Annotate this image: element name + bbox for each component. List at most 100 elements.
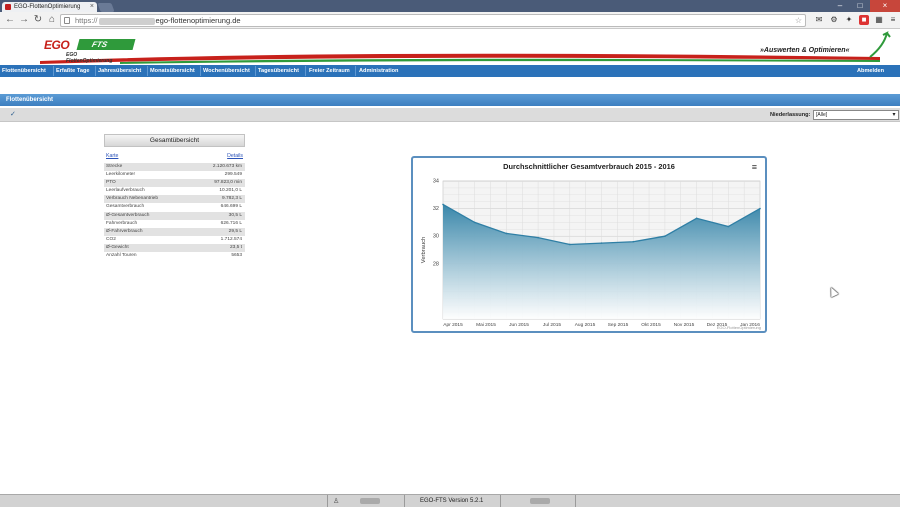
app-header: EGO FTS EGO FlottenOptimierung »Auswerte… [0,29,900,65]
data-point [473,221,476,224]
home-icon[interactable]: ⌂ [46,14,58,26]
data-point [664,235,666,237]
maximize-icon[interactable]: □ [850,0,870,12]
chart-menu-icon[interactable]: ≡ [752,162,757,172]
version-label: EGO-FTS Version 5.2.1 [420,498,484,504]
address-bar[interactable]: https:// ego-flottenoptimierung.de ☆ [60,14,806,27]
lock-icon [64,17,70,24]
status-divider [575,495,576,507]
nav-flottenuebersicht[interactable]: Flottenübersicht [2,65,46,77]
row-value: 646.699 L [220,204,242,210]
forward-icon[interactable]: → [18,14,30,26]
logo-badge: FTS [76,39,136,50]
ego-fts-logo[interactable]: EGO FTS EGO FlottenOptimierung [20,33,136,64]
logout-link[interactable]: Abmelden [857,65,884,77]
nav-jahresuebersicht[interactable]: Jahresübersicht [98,65,141,77]
y-tick-label: 28 [433,261,439,267]
table-row: Anzahl Touren 5653 [104,252,245,260]
browser-tab-title: EGO-FlottenOptimierung [14,4,81,10]
browser-toolbar: ← → ↻ ⌂ https:// ego-flottenoptimierung.d… [0,12,900,29]
x-tick-label: Okt 2015 [641,322,661,328]
x-tick-label: Aug 2015 [575,322,596,328]
bookmark-star-icon[interactable]: ☆ [795,15,802,26]
data-point [632,240,634,243]
row-value: 30,5 L [228,212,242,218]
x-tick-label: Jul 2015 [543,322,561,328]
url-redacted [98,17,155,25]
chart-canvas: 28 30 32 34 Verbrauch Apr 2015 Mai 2015 Jun 201… [421,179,761,328]
nav-freier-zeitraum[interactable]: Freier Zeitraum [309,65,350,77]
browser-tab[interactable]: EGO-FlottenOptimierung × [2,2,97,12]
minimize-icon[interactable]: – [830,0,850,12]
row-label: Leerkilometer [106,172,136,178]
nav-wochenuebersicht[interactable]: Wochenübersicht [203,65,250,77]
close-window-icon[interactable]: × [870,0,900,12]
chart-title: Durchschnittlicher Gesamtverbrauch 2015 … [503,162,675,171]
main-navigation: Flottenübersicht Erfaßte Tage Jahresüber… [0,65,900,77]
wrench-icon[interactable]: ✓ [10,110,16,118]
data-point [759,207,761,210]
row-value: 9.782,3 L [221,196,242,202]
nav-separator [305,66,306,76]
nav-separator [200,66,201,76]
x-tick-label: Sep 2015 [608,322,629,328]
data-point [569,243,571,246]
row-label: Leerlaufverbrauch [106,188,145,194]
nav-separator [147,66,148,76]
row-value: 626.716 L [220,220,242,226]
overview-title: Gesamtübersicht [104,134,245,147]
nav-tagesuebersicht[interactable]: Tagesübersicht [258,65,299,77]
niederlassung-select[interactable]: [Alle] ▾ [813,110,899,120]
logo-subtitle: EGO FlottenOptimierung [66,52,113,64]
table-row: CO2 1.712.574 [104,236,245,244]
row-label: Fahrverbrauch [106,220,138,226]
row-label: Gesamtverbrauch [106,204,145,210]
url-scheme: https:// [75,16,98,25]
status-bar: ♙ EGO-FTS Version 5.2.1 [0,494,900,507]
niederlassung-label: Niederlassung: [770,112,811,118]
reload-icon[interactable]: ↻ [32,14,44,26]
new-tab-button[interactable] [97,3,115,12]
close-tab-icon[interactable]: × [90,2,94,12]
details-link[interactable]: Details [227,153,243,159]
row-label: Ø-Fahrverbrauch [106,228,143,234]
row-value: 97.823,0 min [214,180,242,186]
nav-administration[interactable]: Administration [359,65,398,77]
row-value: 5653 [231,253,242,259]
window-controls: – □ × [830,0,900,12]
row-value: 10.201,0 L [219,188,242,194]
chevron-down-icon: ▾ [892,112,896,118]
table-row: Leerlaufverbrauch 10.201,0 L [104,187,245,195]
consumption-chart: 28 30 32 34 Verbrauch Apr 2015 Mai 2015 Jun 201… [411,156,767,333]
status-redacted [530,498,550,504]
data-point [695,217,698,220]
status-divider [404,495,405,507]
browser-menu-icon[interactable]: ≡ [888,15,898,25]
x-tick-label: Nov 2015 [674,322,695,328]
row-label: Strecke [106,164,123,169]
nav-separator [95,66,96,76]
status-redacted [360,498,380,504]
page-title-bar: Flottenübersicht [0,94,900,106]
row-value: 23,5 t [229,244,242,250]
table-row: Fahrverbrauch 626.716 L [104,220,245,228]
nav-separator [53,66,54,76]
y-axis-title: Verbrauch [421,237,427,263]
row-label: Ø-Gewicht [106,244,129,250]
back-icon[interactable]: ← [4,14,16,26]
table-row: Verbrauch Nebenantrieb 9.782,3 L [104,195,245,204]
nav-separator [355,66,356,76]
nav-monatsuebersicht[interactable]: Monatsübersicht [150,65,195,77]
extension-icon[interactable]: ✉ [814,15,824,25]
x-tick-label: Apr 2015 [443,322,463,328]
puzzle-icon[interactable]: ✦ [844,15,854,25]
table-row: Gesamtverbrauch 646.699 L [104,203,245,211]
overview-links: Karte Details [104,151,245,163]
adblock-icon[interactable]: ■ [859,15,869,25]
apps-icon[interactable]: ▦ [874,15,884,25]
table-row: Ø-Gesamtverbrauch 30,5 L [104,211,245,220]
settings-extension-icon[interactable]: ⚙ [829,15,839,25]
row-label: Verbrauch Nebenantrieb [106,196,159,202]
nav-erfasste-tage[interactable]: Erfaßte Tage [56,65,89,77]
map-link[interactable]: Karte [106,153,118,159]
